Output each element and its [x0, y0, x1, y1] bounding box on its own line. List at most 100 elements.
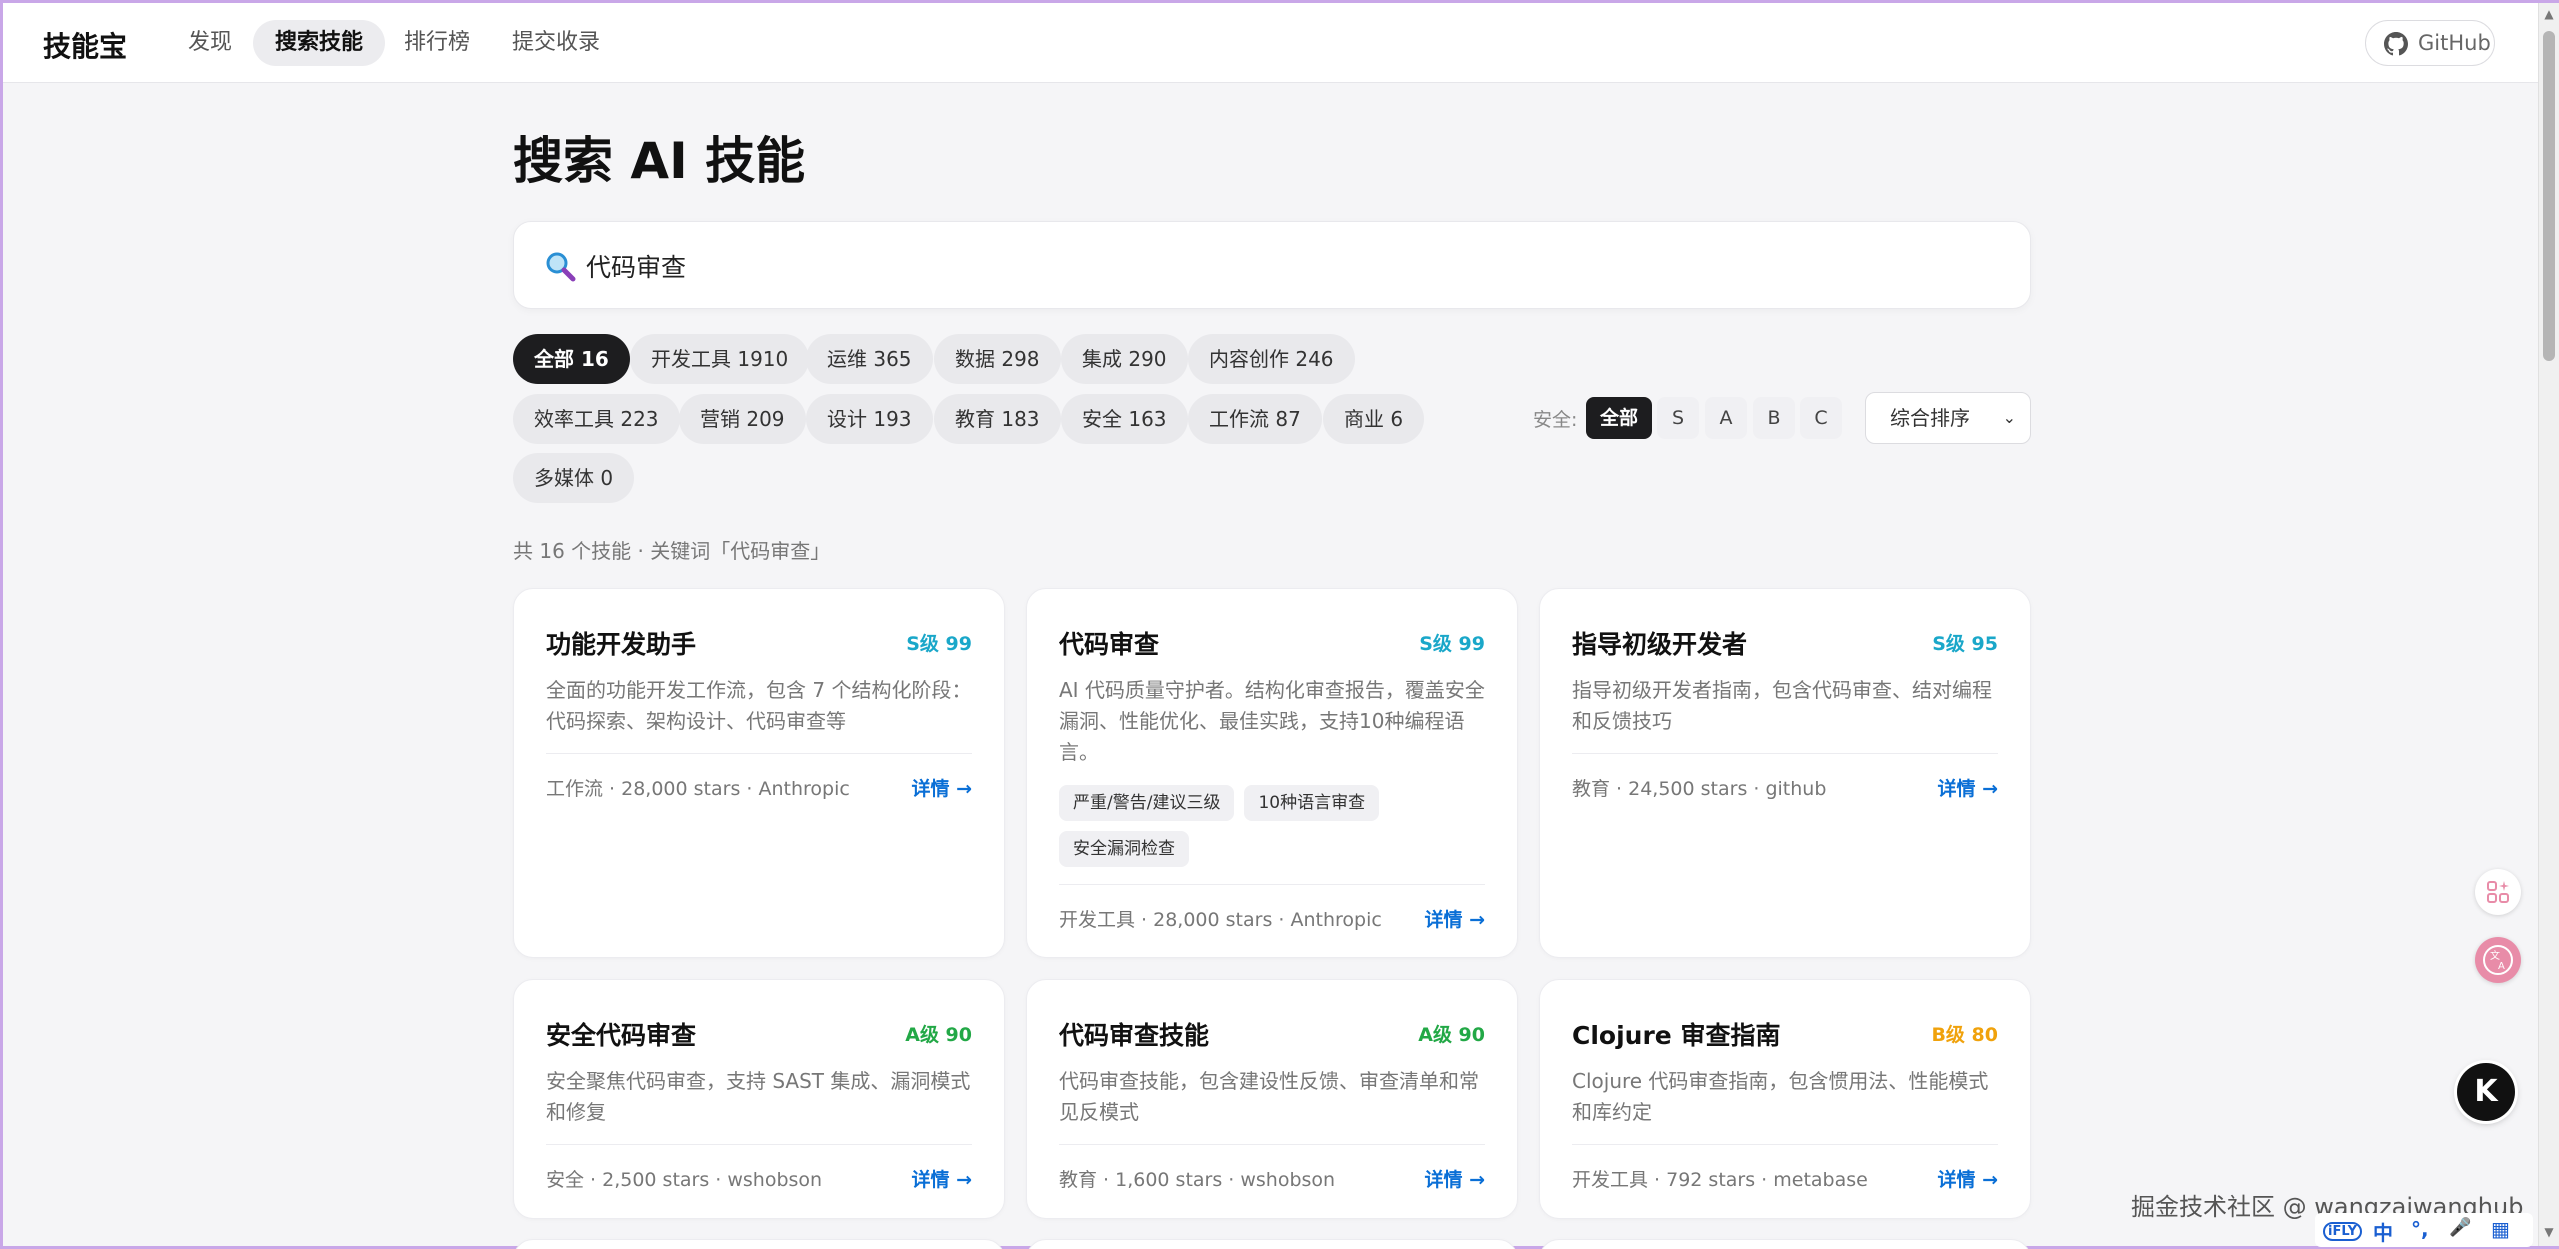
ime-toolbar[interactable]: iFLY 中 °, 🎤 ▦ [2315, 1213, 2533, 1247]
category-chip-business[interactable]: 商业 6 [1323, 394, 1425, 444]
card-meta: 工作流 · 28,000 stars · Anthropic [546, 778, 850, 800]
svg-text:A: A [2498, 961, 2505, 972]
card-meta: 开发工具 · 28,000 stars · Anthropic [1059, 909, 1382, 931]
top-navbar: 技能宝 发现 搜索技能 排行榜 提交收录 GitHub [3, 3, 2538, 83]
category-chip-marketing[interactable]: 营销 209 [679, 394, 806, 444]
nav-item-discover[interactable]: 发现 [166, 20, 254, 66]
category-chip-content[interactable]: 内容创作 246 [1188, 334, 1355, 384]
result-summary: 共 16 个技能 · 关键词「代码审查」 [513, 539, 831, 563]
nav-item-search-skills[interactable]: 搜索技能 [253, 20, 386, 66]
scroll-up-icon[interactable]: ▲ [2543, 7, 2555, 23]
skill-card-partial[interactable] [1539, 1239, 2031, 1249]
card-title[interactable]: 代码审查技能 [1059, 1016, 1209, 1052]
card-title[interactable]: 功能开发助手 [546, 625, 696, 661]
card-divider [546, 753, 972, 754]
ime-menu-icon[interactable]: ▦ [2491, 1217, 2510, 1241]
category-chip-security[interactable]: 安全 163 [1061, 394, 1188, 444]
search-input[interactable] [586, 240, 1986, 292]
vertical-scrollbar[interactable]: ▲ ▼ [2538, 3, 2559, 1246]
search-box[interactable] [513, 221, 2031, 309]
category-chip-efficiency[interactable]: 效率工具 223 [513, 394, 680, 444]
card-divider [546, 1144, 972, 1145]
card-title[interactable]: Clojure 审查指南 [1572, 1016, 1780, 1052]
category-chip-workflow[interactable]: 工作流 87 [1188, 394, 1322, 444]
card-detail-link[interactable]: 详情 → [1424, 1165, 1485, 1192]
magnifier-icon [546, 252, 576, 282]
security-option-c[interactable]: C [1800, 397, 1842, 439]
microphone-icon[interactable]: 🎤 [2449, 1217, 2471, 1238]
grade-badge: S级 99 [906, 633, 972, 655]
page-title: 搜索 AI 技能 [513, 132, 806, 190]
skill-card[interactable]: 安全代码审查 A级 90 安全聚焦代码审查，支持 SAST 集成、漏洞模式和修复… [513, 979, 1005, 1219]
chevron-down-icon: ⌄ [2002, 408, 2016, 427]
feature-tag: 安全漏洞检查 [1059, 831, 1189, 867]
grade-badge: A级 90 [905, 1024, 972, 1046]
security-filter-label: 安全: [1533, 409, 1578, 431]
category-chip-all[interactable]: 全部 16 [513, 334, 630, 384]
apps-icon [2487, 881, 2509, 903]
skill-card-partial[interactable] [1026, 1239, 1518, 1249]
card-description: Clojure 代码审查指南，包含惯用法、性能模式和库约定 [1572, 1069, 1989, 1124]
category-chip-design[interactable]: 设计 193 [806, 394, 933, 444]
card-meta: 教育 · 24,500 stars · github [1572, 778, 1827, 800]
ifly-logo-icon[interactable]: iFLY [2323, 1222, 2363, 1241]
card-description: 指导初级开发者指南，包含代码审查、结对编程和反馈技巧 [1572, 678, 1992, 733]
card-divider [1059, 1144, 1485, 1145]
category-chip-education[interactable]: 教育 183 [934, 394, 1061, 444]
github-button[interactable]: GitHub [2365, 20, 2495, 66]
card-title[interactable]: 代码审查 [1059, 625, 1159, 661]
card-divider [1572, 753, 1998, 754]
card-meta: 开发工具 · 792 stars · metabase [1572, 1169, 1868, 1191]
skill-card[interactable]: Clojure 审查指南 B级 80 Clojure 代码审查指南，包含惯用法、… [1539, 979, 2031, 1219]
skill-card[interactable]: 代码审查 S级 99 AI 代码质量守护者。结构化审查报告，覆盖安全漏洞、性能优… [1026, 588, 1518, 958]
grade-badge: S级 99 [1419, 633, 1485, 655]
brand-logo[interactable]: 技能宝 [43, 25, 127, 65]
grade-badge: S级 95 [1932, 633, 1998, 655]
category-chip-integration[interactable]: 集成 290 [1061, 334, 1188, 384]
github-label: GitHub [2418, 31, 2491, 55]
feature-tag: 10种语言审查 [1244, 785, 1380, 821]
card-title[interactable]: 指导初级开发者 [1572, 625, 1747, 661]
grade-badge: B级 80 [1931, 1024, 1998, 1046]
ime-punctuation-icon[interactable]: °, [2411, 1217, 2429, 1241]
nav-item-leaderboard[interactable]: 排行榜 [382, 20, 492, 66]
security-option-s[interactable]: S [1657, 397, 1699, 439]
scroll-thumb[interactable] [2543, 31, 2555, 361]
card-description: 全面的功能开发工作流，包含 7 个结构化阶段：代码探索、架构设计、代码审查等 [546, 678, 972, 733]
card-detail-link[interactable]: 详情 → [1937, 1165, 1998, 1192]
category-chip-multimedia[interactable]: 多媒体 0 [513, 453, 635, 503]
security-option-all[interactable]: 全部 [1586, 397, 1653, 439]
nav-item-submit[interactable]: 提交收录 [490, 20, 622, 66]
ime-chinese-toggle[interactable]: 中 [2373, 1217, 2393, 1246]
card-tags: 严重/警告/建议三级 10种语言审查安全漏洞检查 [1059, 785, 1489, 877]
card-meta: 教育 · 1,600 stars · wshobson [1059, 1169, 1336, 1191]
translate-icon: 文 A [2483, 945, 2513, 975]
category-chip-ops[interactable]: 运维 365 [806, 334, 933, 384]
card-meta: 安全 · 2,500 stars · wshobson [546, 1169, 823, 1191]
card-description: 代码审查技能，包含建设性反馈、审查清单和常见反模式 [1059, 1069, 1479, 1124]
card-detail-link[interactable]: 详情 → [911, 1165, 972, 1192]
github-icon [2384, 32, 2408, 56]
card-divider [1059, 884, 1485, 885]
category-chip-data[interactable]: 数据 298 [934, 334, 1061, 384]
scroll-down-icon[interactable]: ▼ [2543, 1225, 2555, 1241]
skill-card-partial[interactable] [513, 1239, 1005, 1249]
security-option-a[interactable]: A [1705, 397, 1747, 439]
security-option-b[interactable]: B [1753, 397, 1795, 439]
card-title[interactable]: 安全代码审查 [546, 1016, 696, 1052]
card-detail-link[interactable]: 详情 → [1424, 905, 1485, 932]
grade-badge: A级 90 [1418, 1024, 1485, 1046]
skill-card[interactable]: 代码审查技能 A级 90 代码审查技能，包含建设性反馈、审查清单和常见反模式 教… [1026, 979, 1518, 1219]
apps-float-button[interactable] [2475, 869, 2521, 915]
k-float-button[interactable]: K [2457, 1063, 2515, 1121]
skill-card[interactable]: 功能开发助手 S级 99 全面的功能开发工作流，包含 7 个结构化阶段：代码探索… [513, 588, 1005, 958]
skill-card[interactable]: 指导初级开发者 S级 95 指导初级开发者指南，包含代码审查、结对编程和反馈技巧… [1539, 588, 2031, 958]
sort-select[interactable]: 综合排序 ⌄ [1865, 392, 2031, 444]
card-detail-link[interactable]: 详情 → [1937, 774, 1998, 801]
sort-selected-label: 综合排序 [1890, 406, 1970, 430]
feature-tag: 严重/警告/建议三级 [1059, 785, 1235, 821]
translate-float-button[interactable]: 文 A [2475, 937, 2521, 983]
card-detail-link[interactable]: 详情 → [911, 774, 972, 801]
card-description: AI 代码质量守护者。结构化审查报告，覆盖安全漏洞、性能优化、最佳实践，支持10… [1059, 678, 1485, 764]
category-chip-devtools[interactable]: 开发工具 1910 [630, 334, 810, 384]
